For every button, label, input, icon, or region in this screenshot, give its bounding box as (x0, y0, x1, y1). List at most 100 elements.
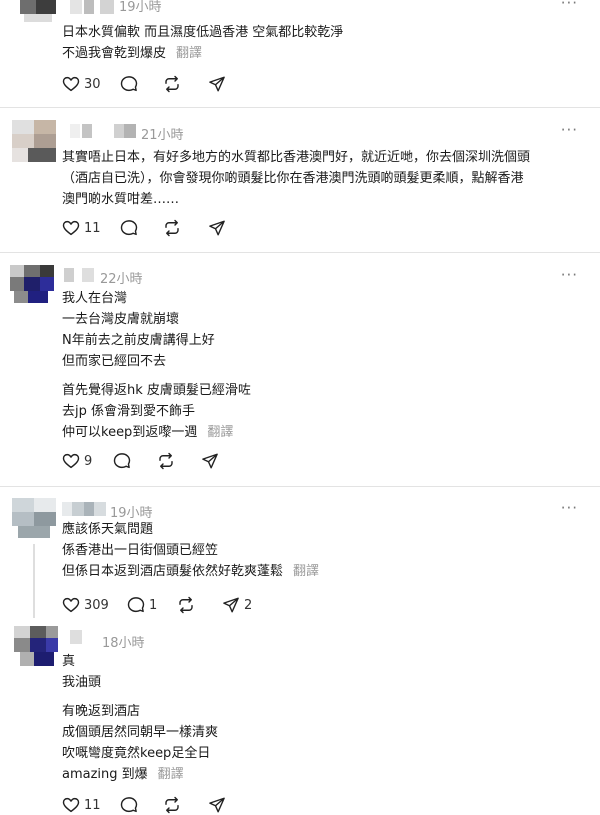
post-line: 首先覺得返hk 皮膚頭髮已經滑咗 (62, 383, 251, 398)
heart-icon (62, 453, 80, 469)
repost-button[interactable] (157, 451, 175, 471)
repost-icon (165, 796, 179, 814)
post-line: amazing 到爆 (62, 767, 148, 782)
repost-icon (159, 452, 173, 470)
avatar[interactable] (14, 626, 58, 666)
share-button[interactable] (201, 451, 219, 471)
post-line: （酒店自已洗），你會發現你啲頭髮比你在香港澳門洗頭啲頭髮更柔順，點解香港 (62, 171, 524, 186)
like-button[interactable]: 9 (62, 451, 92, 471)
share-icon (209, 220, 225, 236)
share-button[interactable] (208, 795, 226, 815)
comment-icon (120, 220, 138, 236)
repost-icon (165, 75, 179, 93)
post-time: 18小時 (102, 636, 145, 651)
like-count: 309 (84, 597, 109, 613)
post-line: 日本水質偏軟 而且濕度低過香港 空氣都比較乾淨 (62, 25, 344, 40)
share-button[interactable] (208, 218, 226, 238)
action-bar: 11 (62, 218, 262, 238)
post-text: 應該係天氣問題￼ 係香港出一日街個頭已經笠 但係日本返到酒店￼頭髮依然好乾爽￼蓬… (62, 519, 319, 582)
like-button[interactable]: 30 (62, 74, 101, 94)
repost-button[interactable] (163, 74, 181, 94)
share-count: 2 (244, 597, 253, 613)
comment-icon (120, 76, 138, 92)
share-icon (209, 797, 225, 813)
translate-link[interactable]: 翻譯 (293, 564, 319, 579)
username-blurred[interactable] (70, 124, 136, 138)
post-line: N年前去之前皮膚講得上好 (62, 333, 215, 348)
post-line: 我人在台灣 (62, 291, 128, 306)
more-options-icon[interactable]: ··· (561, 266, 578, 284)
share-icon (209, 76, 225, 92)
avatar[interactable] (10, 265, 54, 303)
repost-button[interactable] (177, 595, 195, 615)
share-button[interactable]: 2 (222, 595, 252, 615)
reply-button[interactable]: 1 (127, 595, 157, 615)
repost-button[interactable] (163, 795, 181, 815)
username-blurred[interactable] (70, 0, 115, 14)
share-icon (223, 597, 239, 613)
translate-link[interactable]: 翻譯 (158, 767, 184, 782)
post-line: 去jp 係會滑到愛不飾手 (62, 404, 195, 419)
like-button[interactable]: 11 (62, 218, 101, 238)
repost-icon (165, 219, 179, 237)
heart-icon (62, 797, 80, 813)
post-text: 其實唔止日本，有好多地方的水質都比香港澳門好，就近近哋，你去個深圳洗個頭 （酒店… (62, 147, 530, 210)
post-line: 係香港出一日街個頭已經笠 (62, 543, 219, 558)
avatar[interactable] (16, 0, 60, 22)
divider (0, 486, 600, 487)
comment-icon (127, 597, 145, 613)
action-bar: 309 1 2 (62, 595, 282, 615)
avatar[interactable] (12, 498, 56, 538)
username-blurred[interactable] (64, 268, 96, 282)
action-bar: 11 (62, 795, 262, 815)
username-blurred[interactable] (70, 630, 84, 644)
post-line: 澳門啲水質咁差…… (62, 192, 180, 207)
like-button[interactable]: 309 (62, 595, 109, 615)
post-line: 我油頭 (62, 675, 102, 690)
share-icon (202, 453, 218, 469)
reply-button[interactable] (113, 451, 131, 471)
divider (0, 252, 600, 253)
post-line: 不過我會乾到爆皮 (62, 46, 167, 61)
reply-count: 1 (149, 597, 158, 613)
action-bar: 30 (62, 74, 262, 94)
post-line: 吹嘅彎度竟然keep足全日 (62, 746, 211, 761)
avatar[interactable] (12, 120, 56, 162)
reply-button[interactable] (120, 795, 138, 815)
post-line: 其實唔止日本，有好多地方的水質都比香港澳門好，就近近哋，你去個深圳洗個頭 (62, 150, 531, 165)
post-text: 真 我油頭 有晚返到酒店 成個頭居然同朝早一樣清爽 吹嘅彎度竟然keep足全日 … (62, 651, 218, 785)
more-options-icon[interactable]: ··· (561, 499, 578, 517)
post-time: 19小時 (119, 0, 162, 15)
action-bar: 9 (62, 451, 262, 471)
heart-icon (62, 597, 80, 613)
comment-icon (113, 453, 131, 469)
divider (0, 107, 600, 108)
comment-icon (120, 797, 138, 813)
like-count: 9 (84, 453, 93, 469)
like-count: 30 (84, 76, 101, 92)
more-options-icon[interactable]: ··· (561, 0, 578, 12)
thread-line (33, 544, 35, 618)
heart-icon (62, 76, 80, 92)
share-button[interactable] (208, 74, 226, 94)
translate-link[interactable]: 翻譯 (207, 425, 233, 440)
post-line: 但係日本返到酒店￼頭髮依然好乾爽￼蓬鬆 (62, 564, 284, 579)
translate-link[interactable]: 翻譯 (176, 46, 202, 61)
post-line: 有晚返到酒店 (62, 704, 141, 719)
post-text: 我人在台灣 一去台灣皮膚就崩壞 N年前去之前皮膚講得上好 但而家已經回不去 首先… (62, 288, 251, 443)
post-line: 應該係天氣問題￼ (62, 522, 154, 537)
more-options-icon[interactable]: ··· (561, 121, 578, 139)
repost-icon (179, 596, 193, 614)
post-text: 日本水質偏軟 而且濕度低過香港 空氣都比較乾淨 不過我會乾到爆皮 翻譯 (62, 22, 343, 64)
reply-button[interactable] (120, 74, 138, 94)
post-line: 成個頭居然同朝早一樣清爽 (62, 725, 219, 740)
like-button[interactable]: 11 (62, 795, 101, 815)
repost-button[interactable] (163, 218, 181, 238)
like-count: 11 (84, 797, 101, 813)
post-time: 22小時 (100, 272, 143, 287)
heart-icon (62, 220, 80, 236)
like-count: 11 (84, 220, 101, 236)
post-time: 21小時 (141, 128, 184, 143)
username-blurred[interactable] (62, 502, 108, 516)
reply-button[interactable] (120, 218, 138, 238)
